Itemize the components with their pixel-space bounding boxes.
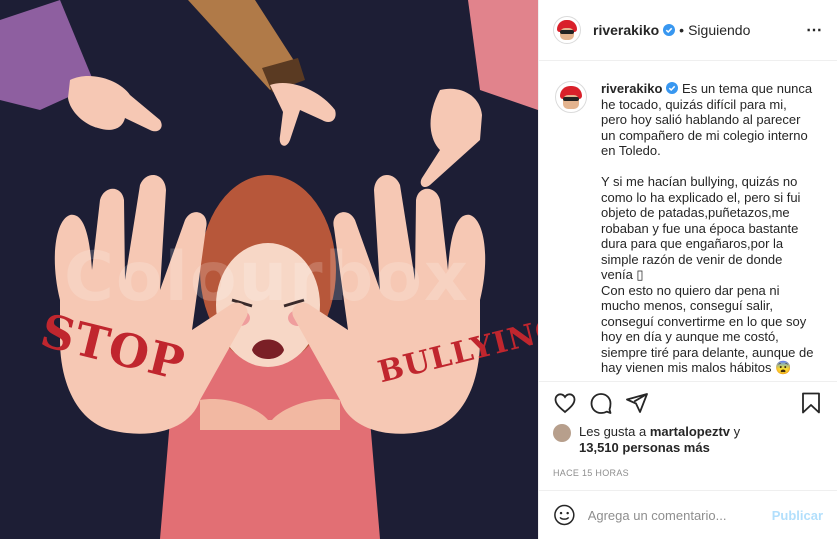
caption-body: riverakiko Es un tema que nunca he tocad… <box>601 81 816 376</box>
comment-input[interactable] <box>587 507 764 523</box>
heart-icon[interactable] <box>553 391 577 415</box>
likes-count[interactable]: 13,510 personas más <box>579 440 710 455</box>
action-icon-row <box>553 388 823 418</box>
avatar[interactable] <box>553 16 581 44</box>
publish-button[interactable]: Publicar <box>772 508 823 523</box>
caption-text: Es un tema que nunca he tocado, quizás d… <box>601 81 814 375</box>
liker-avatar[interactable] <box>553 424 571 442</box>
liker-username[interactable]: martalopeztv <box>650 424 730 439</box>
share-icon[interactable] <box>625 391 649 415</box>
bookmark-icon[interactable] <box>799 391 823 415</box>
post-image[interactable]: Colourbox STOP BULLYING <box>0 0 538 539</box>
post-timestamp[interactable]: HACE 15 HORAS <box>553 468 823 478</box>
more-options-icon[interactable]: ⋯ <box>806 20 823 40</box>
caption-avatar[interactable] <box>555 81 587 113</box>
caption-username[interactable]: riverakiko <box>601 81 662 96</box>
post-side-panel: riverakiko • Siguiendo ⋯ riverakiko Es u… <box>538 0 837 539</box>
separator-dot: • <box>679 22 685 38</box>
verified-icon <box>663 24 676 36</box>
likes-prefix: Les gusta a <box>579 424 650 439</box>
following-button[interactable]: Siguiendo <box>688 22 750 38</box>
post-header: riverakiko • Siguiendo ⋯ <box>539 0 837 61</box>
emoji-icon[interactable] <box>553 503 576 527</box>
image-watermark: Colourbox <box>64 238 470 317</box>
likes-summary: Les gusta a martalopeztv y 13,510 person… <box>553 424 823 456</box>
likes-middle: y <box>730 424 741 439</box>
comments-section: riverakiko Es un tema que nunca he tocad… <box>539 61 837 381</box>
post-modal: Colourbox STOP BULLYING riverakiko • Sig… <box>0 0 837 539</box>
post-caption: riverakiko Es un tema que nunca he tocad… <box>555 81 821 376</box>
verified-icon <box>666 82 679 94</box>
comment-icon[interactable] <box>589 391 613 415</box>
post-actions: Les gusta a martalopeztv y 13,510 person… <box>539 381 837 490</box>
add-comment-bar: Publicar <box>539 490 837 539</box>
header-username[interactable]: riverakiko <box>593 22 659 38</box>
